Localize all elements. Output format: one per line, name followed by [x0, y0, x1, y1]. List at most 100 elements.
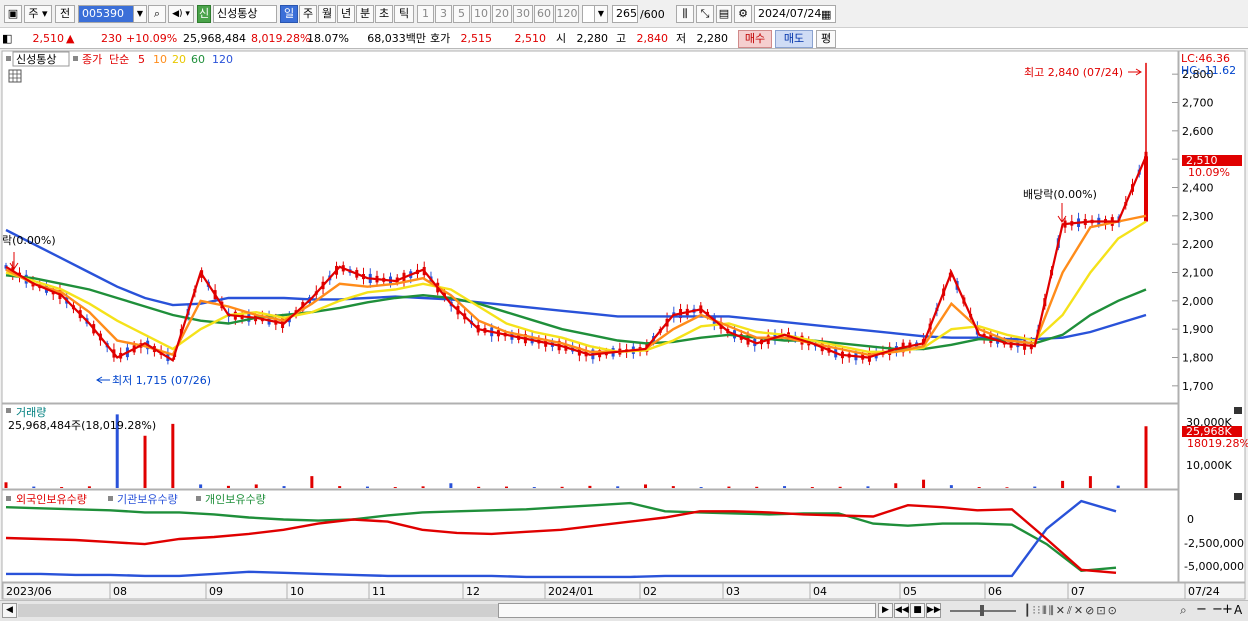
- save-icon[interactable]: ▤: [716, 5, 732, 23]
- buy-button[interactable]: 매수: [738, 30, 772, 48]
- indiv-hold-legend: 개인보유수량: [205, 493, 266, 506]
- bar-count-input[interactable]: 265: [612, 5, 638, 23]
- tab-week[interactable]: 주: [299, 5, 317, 23]
- date-axis-label: 03: [726, 585, 740, 598]
- legend-ma10: 10: [153, 53, 167, 66]
- stock-name-field[interactable]: 신성통상: [213, 5, 277, 23]
- hold-axis-label: 0: [1187, 513, 1194, 526]
- gear-icon[interactable]: ⚙: [734, 5, 752, 23]
- tab-second[interactable]: 초: [375, 5, 393, 23]
- volume-bar: [560, 486, 564, 488]
- volume-bar: [1033, 486, 1037, 488]
- interval-60[interactable]: 60: [534, 5, 554, 23]
- plus-icon[interactable]: +: [1222, 602, 1233, 617]
- volume-bar: [504, 486, 508, 488]
- volume-bar: [310, 476, 314, 488]
- zoom-out-icon[interactable]: ⌕: [1180, 603, 1187, 618]
- tab-minute[interactable]: 분: [356, 5, 374, 23]
- interval-30[interactable]: 30: [513, 5, 533, 23]
- interval-20[interactable]: 20: [492, 5, 512, 23]
- legend-close: 종가: [82, 53, 102, 66]
- change-percent: +10.09%: [126, 32, 178, 45]
- price-panel[interactable]: [1, 50, 1179, 404]
- rewind-icon[interactable]: ◀◀: [894, 603, 909, 618]
- volume-bar: [1144, 426, 1148, 488]
- scroll-right-icon[interactable]: ▶: [878, 603, 893, 618]
- stop-icon[interactable]: ■: [910, 603, 925, 618]
- volume-bar: [810, 487, 814, 488]
- forward-icon[interactable]: ▶▶: [926, 603, 941, 618]
- volume-bar: [477, 486, 481, 488]
- tab-day[interactable]: 일: [280, 5, 298, 23]
- date-axis-label: 09: [209, 585, 223, 598]
- volume-value: 25,968,484: [183, 32, 246, 45]
- close-icon[interactable]: [1234, 407, 1242, 414]
- volume-bar: [671, 486, 675, 488]
- volume-bar: [699, 487, 703, 488]
- price-axis-label: 2,000: [1182, 295, 1214, 308]
- quote-label: 호가: [430, 32, 451, 45]
- date-axis: [1, 582, 1246, 600]
- speaker-icon[interactable]: ◀) ▾: [168, 5, 194, 23]
- expand-icon[interactable]: ◧: [2, 31, 12, 47]
- volume-bar: [87, 486, 91, 488]
- price-axis-label: 1,800: [1182, 352, 1214, 365]
- tab-year[interactable]: 년: [337, 5, 355, 23]
- holdings-panel[interactable]: [1, 489, 1179, 583]
- calendar-icon[interactable]: ▦: [821, 8, 831, 21]
- toolbar: ▣ 주 ▾ 전 005390 ▼ ⌕ ◀) ▾ 신 신성통상 일 주 월 년 분…: [0, 0, 1248, 28]
- last-volume-pct: 18019.28%: [1187, 437, 1248, 450]
- ask-price: 2,515: [460, 32, 493, 45]
- up-arrow-icon: ▲: [66, 32, 75, 45]
- interval-5[interactable]: 5: [453, 5, 470, 23]
- volume-bar: [199, 484, 203, 488]
- scroll-left-icon[interactable]: ◀: [2, 603, 17, 618]
- close-icon[interactable]: [1234, 493, 1242, 500]
- date-axis-label: 2023/06: [6, 585, 52, 598]
- volume-bar: [254, 484, 258, 488]
- volume-panel[interactable]: [1, 403, 1179, 490]
- date-axis-label: 06: [988, 585, 1002, 598]
- zoom-slider-handle[interactable]: [980, 605, 984, 616]
- interval-3[interactable]: 3: [435, 5, 452, 23]
- volume-bar: [532, 487, 536, 488]
- tab-tick[interactable]: 틱: [394, 5, 414, 23]
- code-dropdown-icon[interactable]: ▼: [133, 5, 147, 23]
- volume-bar: [421, 486, 425, 488]
- volume-bar: [1005, 487, 1009, 488]
- date-axis-label: 07: [1071, 585, 1085, 598]
- volume-bar: [4, 482, 8, 488]
- table-icon[interactable]: [8, 69, 22, 83]
- auto-scale-icon[interactable]: A: [1234, 603, 1242, 617]
- period-dropdown[interactable]: 주 ▾: [24, 5, 52, 23]
- scroll-thumb[interactable]: [498, 603, 876, 618]
- stock-chart[interactable]: 2,8002,7002,6002,5002,4002,3002,2002,100…: [0, 50, 1248, 600]
- minus-icon[interactable]: −: [1196, 602, 1207, 617]
- interval-10[interactable]: 10: [471, 5, 491, 23]
- candle-type-icon[interactable]: ⫼: [676, 5, 694, 23]
- volume-bar: [1116, 485, 1120, 488]
- volume-bar: [616, 486, 620, 488]
- search-icon[interactable]: ⌕: [148, 5, 166, 23]
- date-axis-label: 10: [290, 585, 304, 598]
- high-price: 2,840: [636, 32, 669, 45]
- period-label: 주: [28, 7, 39, 20]
- hc-label: HC:-11.62: [1181, 64, 1236, 77]
- price-axis-label: 2,600: [1182, 125, 1214, 138]
- draw-tool-icon[interactable]: ⤡: [696, 5, 714, 23]
- credit-badge: 신: [197, 5, 211, 23]
- volume-bar: [171, 423, 175, 488]
- interval-120[interactable]: 120: [555, 5, 579, 23]
- chart-scrollbar[interactable]: ◀ ▶ ◀◀ ■ ▶▶ ┃⫶⫶⫴⫼✕⫽✕⊘⊡⊙ ⌕ − − + A: [0, 600, 1248, 621]
- sell-button[interactable]: 매도: [775, 30, 813, 48]
- scroll-track[interactable]: [18, 604, 498, 617]
- eval-button[interactable]: 평: [816, 30, 836, 48]
- drawing-tools-icon[interactable]: ┃⫶⫶⫴⫼✕⫽✕⊘⊡⊙: [1024, 604, 1119, 618]
- interval-1[interactable]: 1: [417, 5, 434, 23]
- prev-button[interactable]: 전: [55, 5, 75, 23]
- window-icon[interactable]: ▣: [4, 5, 22, 23]
- low-price: 2,280: [696, 32, 729, 45]
- volume-bar: [60, 487, 64, 488]
- custom-interval-dropdown-icon[interactable]: ▼: [594, 5, 608, 23]
- tab-month[interactable]: 월: [318, 5, 336, 23]
